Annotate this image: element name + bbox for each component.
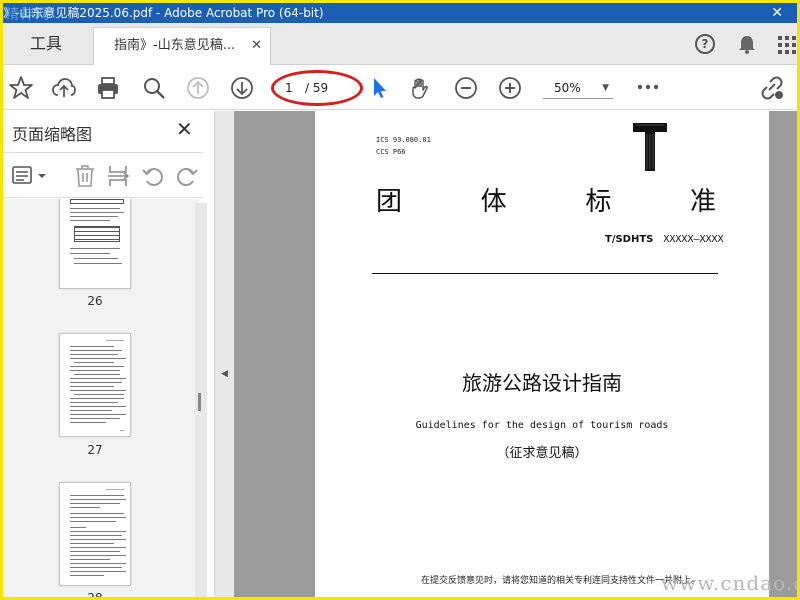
doc-heading-char: 体 xyxy=(480,187,507,217)
panel-title: 页面缩略图 xyxy=(12,125,93,144)
bell-icon[interactable] xyxy=(736,33,758,55)
select-cursor-icon[interactable] xyxy=(367,75,393,101)
next-page-icon[interactable] xyxy=(229,75,255,101)
main-toolbar: 1 / 59 50% ▼ xyxy=(3,66,797,110)
zoom-select[interactable]: 50% ▼ xyxy=(543,77,613,99)
tab-tools[interactable]: 工具 xyxy=(3,23,89,65)
tab-row: 工具 指南》-山东意见稿... ✕ ? xyxy=(3,23,797,65)
doc-heading-char: 准 xyxy=(689,187,716,217)
more-options-icon[interactable] xyxy=(637,82,659,92)
doc-draft-label: （征求意见稿） xyxy=(496,446,588,461)
acrobat-window: 》-山东意见稿2025.06.pdf - Adobe Acrobat Pro (… xyxy=(3,3,797,597)
highlight-ellipse xyxy=(271,70,363,106)
site-watermark: www.cndao.com xyxy=(661,571,797,595)
share-link-icon[interactable] xyxy=(759,75,785,101)
cloud-upload-icon[interactable] xyxy=(51,75,77,101)
doc-standard-number: XXXXX—XXXX xyxy=(663,234,724,245)
scrollbar-grip[interactable] xyxy=(198,393,201,411)
panel-close-button[interactable]: ✕ xyxy=(176,117,193,141)
tab-close-button[interactable]: ✕ xyxy=(251,28,262,64)
zoom-value: 50% xyxy=(554,81,581,95)
doc-title-en: Guidelines for the design of tourism roa… xyxy=(415,420,669,431)
panel-toolbar xyxy=(3,152,203,198)
window-title-bar: 》-山东意见稿2025.06.pdf - Adobe Acrobat Pro (… xyxy=(3,3,797,23)
apps-grid-icon[interactable] xyxy=(777,35,797,55)
rotate-cw-icon[interactable] xyxy=(175,164,199,188)
thumbnails-panel: 页面缩略图 ✕ 26 27 xyxy=(3,111,215,597)
tab-document[interactable]: 指南》-山东意见稿... ✕ xyxy=(93,27,271,65)
search-icon[interactable] xyxy=(141,75,167,101)
doc-ccs-code: CCS P66 xyxy=(376,148,406,156)
doc-standard-prefix: T/SDHTS xyxy=(605,234,654,245)
tab-document-label: 指南》-山东意见稿... xyxy=(114,38,236,53)
thumbnail-page-27[interactable] xyxy=(59,333,131,437)
doc-heading: 团 体 标 准 xyxy=(376,181,716,218)
star-icon[interactable] xyxy=(8,75,34,101)
panel-collapse-strip[interactable]: ◀ xyxy=(215,111,234,597)
delete-page-icon[interactable] xyxy=(73,163,97,189)
rotate-ccw-icon[interactable] xyxy=(141,164,165,188)
previous-page-icon[interactable] xyxy=(185,75,211,101)
chevron-down-icon: ▼ xyxy=(602,83,609,93)
pdf-page: ICS 93.080.01 CCS P66 团 体 标 准 T/SDHTS XXX… xyxy=(315,111,769,597)
standard-logo-icon xyxy=(633,123,667,171)
doc-heading-char: 标 xyxy=(585,187,612,217)
thumbnail-page-number: 27 xyxy=(87,443,103,457)
thumbnail-list: 26 27 xyxy=(3,199,199,597)
thumbnail-scrollbar[interactable] xyxy=(195,203,207,597)
thumbnail-page-28[interactable] xyxy=(59,482,131,586)
hand-tool-icon[interactable] xyxy=(407,75,433,101)
thumbnail-options-icon[interactable] xyxy=(12,165,48,187)
title-watermark: 精神网 xyxy=(5,7,50,23)
zoom-in-icon[interactable] xyxy=(497,75,523,101)
extract-page-icon[interactable] xyxy=(106,163,132,189)
window-title: 》-山东意见稿2025.06.pdf - Adobe Acrobat Pro (… xyxy=(3,6,324,20)
thumbnail-page-number: 28 xyxy=(59,591,131,597)
doc-divider xyxy=(372,273,718,274)
thumbnail-page-number: 26 xyxy=(87,294,103,308)
collapse-arrow-icon[interactable]: ◀ xyxy=(221,369,228,379)
help-icon[interactable]: ? xyxy=(695,34,715,54)
window-close-button[interactable]: ✕ xyxy=(771,3,783,23)
zoom-out-icon[interactable] xyxy=(453,75,479,101)
doc-footer-note: 在提交反馈意见时，请将您知道的相关专利连同支持性文件一并附上。 xyxy=(421,576,701,586)
doc-classification: ICS 93.080.01 CCS P66 xyxy=(376,134,431,158)
doc-title-cn: 旅游公路设计指南 xyxy=(462,371,622,395)
print-icon[interactable] xyxy=(95,75,121,101)
doc-ics-code: ICS 93.080.01 xyxy=(376,136,431,144)
doc-heading-char: 团 xyxy=(376,187,403,217)
thumbnail-page-26[interactable] xyxy=(59,199,131,289)
doc-standard-code: T/SDHTS XXXXX—XXXX xyxy=(605,234,724,245)
